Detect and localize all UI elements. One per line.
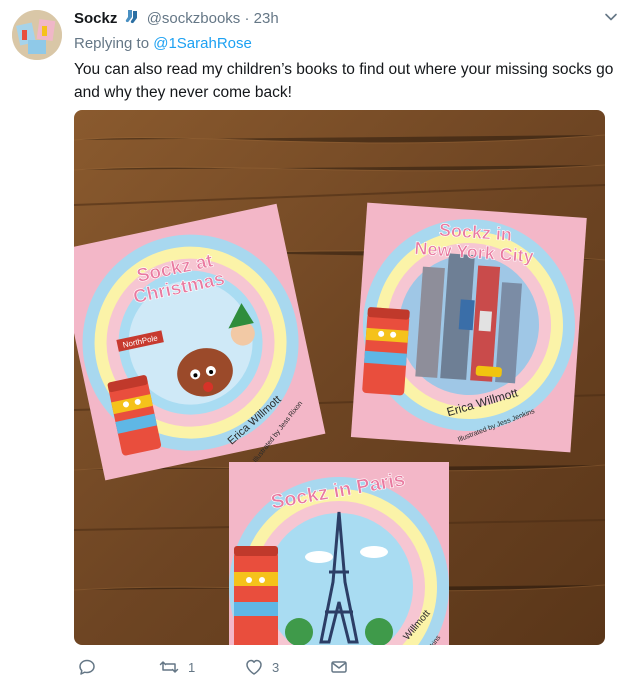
tweet-actions: 1 3 <box>74 655 494 681</box>
display-name[interactable]: Sockz <box>74 10 117 27</box>
socks-icon <box>122 10 147 27</box>
avatar-image <box>12 10 62 60</box>
envelope-icon <box>330 658 348 676</box>
replying-to: Replying to @1SarahRose <box>74 35 252 52</box>
reply-icon <box>78 658 96 676</box>
tweet-media-photo[interactable]: NorthPole Sockz at Christmas Erica Willm… <box>74 110 605 645</box>
like-button[interactable]: 3 <box>244 655 279 679</box>
reply-button[interactable] <box>78 655 104 679</box>
chevron-down-icon[interactable] <box>604 10 618 24</box>
retweet-button[interactable]: 1 <box>158 655 195 679</box>
replying-prefix: Replying to <box>74 35 150 52</box>
like-count: 3 <box>272 659 280 675</box>
heart-icon <box>244 658 264 676</box>
tweet-text: You can also read my children’s books to… <box>74 61 614 101</box>
book-sockz-in-new-york-city: Sockz in New York City Erica Willmott Il… <box>350 202 587 453</box>
avatar[interactable] <box>12 10 62 60</box>
separator-dot: · <box>244 10 250 27</box>
retweet-count: 1 <box>188 659 196 675</box>
direct-message-button[interactable] <box>330 655 348 679</box>
timestamp[interactable]: 23h <box>254 10 279 27</box>
retweet-icon <box>158 658 180 676</box>
book-sockz-in-paris: Sockz in Paris Willmott Jenkins <box>229 462 449 645</box>
tweet-header: Sockz @sockzbooks · 23h <box>74 9 620 31</box>
photo-books-on-table: NorthPole Sockz at Christmas Erica Willm… <box>74 110 605 645</box>
replying-to-link[interactable]: @1SarahRose <box>153 35 252 52</box>
user-handle[interactable]: @sockzbooks <box>147 10 241 27</box>
